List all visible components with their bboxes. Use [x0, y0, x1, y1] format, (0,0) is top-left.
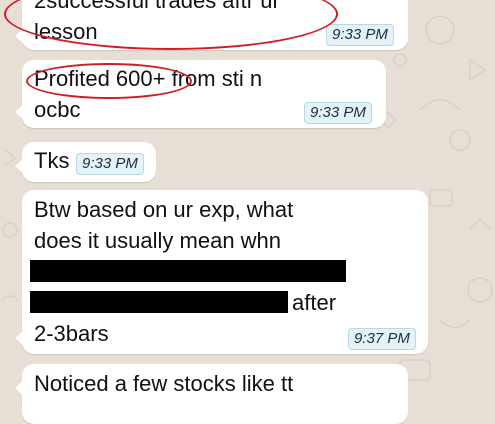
message-line: 2successful trades aftr ur	[34, 0, 280, 13]
message-line: after	[292, 290, 337, 315]
message-bubble[interactable]: 2successful trades aftr ur lesson 9:33 P…	[15, 0, 408, 50]
bubble-tail	[15, 330, 24, 346]
message-bubble[interactable]: Tks 9:33 PM	[15, 142, 156, 182]
message-timestamp: 9:33 PM	[76, 153, 144, 175]
message-line: lesson	[34, 19, 98, 44]
message-timestamp: 9:33 PM	[326, 24, 394, 46]
message-line: ocbc	[34, 97, 81, 122]
message-bubble[interactable]: Profited 600+ from sti n ocbc 9:33 PM	[15, 60, 386, 128]
message-line: Noticed a few stocks like tt	[34, 371, 294, 396]
bubble-tail	[15, 104, 24, 120]
message-line: does it usually mean whn	[34, 228, 282, 253]
redaction-bar	[30, 260, 346, 282]
message-line: Tks	[34, 148, 70, 173]
message-timestamp: 9:37 PM	[348, 328, 416, 350]
message-line: 2-3bars	[34, 321, 109, 346]
redaction-bar	[30, 291, 288, 313]
bubble-tail	[15, 380, 24, 396]
bubble-tail	[15, 28, 24, 44]
message-timestamp: 9:33 PM	[304, 102, 372, 124]
message-line: Btw based on ur exp, what	[34, 197, 294, 222]
bubble-tail	[15, 158, 24, 174]
message-line: Profited 600+ from sti n	[34, 66, 263, 91]
message-bubble[interactable]: Noticed a few stocks like tt	[15, 364, 408, 424]
message-bubble[interactable]: Btw based on ur exp, what does it usuall…	[15, 190, 428, 354]
